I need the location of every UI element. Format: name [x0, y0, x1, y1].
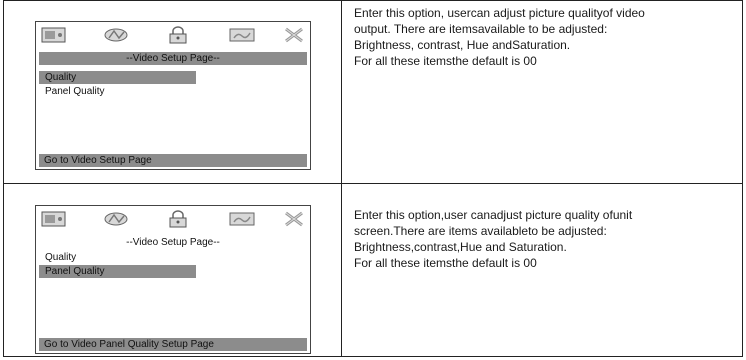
osd-screen: --Video Setup Page-- Quality Panel Quali… [35, 205, 311, 354]
description-line: Enter this option, usercan adjust pictur… [354, 6, 645, 20]
menu-item-panel-quality[interactable]: Panel Quality [39, 85, 104, 98]
osd-status-bar: Go to Video Setup Page [39, 154, 307, 167]
menu-item-quality[interactable]: Quality [39, 71, 196, 84]
osd-page-title: --Video Setup Page-- [126, 237, 220, 248]
description-line: For all these itemsthe default is 00 [354, 54, 537, 68]
osd-status-bar: Go to Video Panel Quality Setup Page [39, 338, 307, 351]
description-text: Enter this option, usercan adjust pictur… [354, 5, 734, 69]
description-line: screen.There are items availableto be ad… [354, 224, 607, 238]
osd-page-title: --Video Setup Page-- [39, 52, 307, 65]
menu-item-quality[interactable]: Quality [39, 251, 76, 264]
exit-icon [281, 210, 307, 228]
audio-setup-icon [103, 26, 129, 44]
video-setup-icon [229, 26, 255, 44]
description-line: Enter this option,user canadjust picture… [354, 208, 633, 222]
description-line: Brightness, contrast, Hue andSaturation. [354, 38, 571, 52]
menu-item-panel-quality[interactable]: Panel Quality [39, 265, 196, 278]
description-line: For all these itemsthe default is 00 [354, 256, 537, 270]
description-line: output. There are itemsavailable to be a… [354, 22, 608, 36]
table-row: --Video Setup Page-- Quality Panel Quali… [4, 185, 742, 356]
password-lock-icon [165, 210, 191, 228]
osd-screen: --Video Setup Page-- Quality Panel Quali… [35, 21, 311, 170]
video-setup-icon [229, 210, 255, 228]
exit-icon [281, 26, 307, 44]
osd-icon-bar [36, 22, 310, 48]
description-line: Brightness,contrast,Hue and Saturation. [354, 240, 567, 254]
general-setup-icon [41, 210, 67, 228]
osd-icon-bar [36, 206, 310, 232]
password-lock-icon [165, 26, 191, 44]
manual-table: --Video Setup Page-- Quality Panel Quali… [3, 0, 743, 357]
description-text: Enter this option,user canadjust picture… [354, 207, 734, 271]
audio-setup-icon [103, 210, 129, 228]
table-row: --Video Setup Page-- Quality Panel Quali… [4, 1, 742, 184]
general-setup-icon [41, 26, 67, 44]
